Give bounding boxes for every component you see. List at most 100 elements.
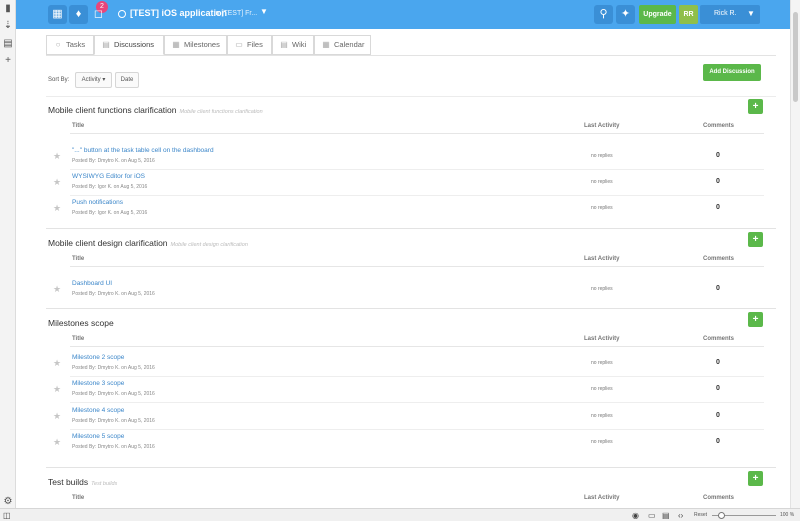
table-row: ★ Milestone 4 scope Posted By: Dmytro K.…: [48, 403, 764, 430]
tab-milestones[interactable]: ▦ Milestones: [164, 35, 227, 55]
add-discussion-button[interactable]: Add Discussion: [703, 64, 761, 81]
tab-discussions[interactable]: ▤ Discussions: [94, 35, 164, 55]
tab-calendar[interactable]: ▦ Calendar: [314, 35, 371, 55]
column-comments: Comments: [703, 336, 735, 342]
table-row: ★ "..." button at the task table cell on…: [48, 143, 764, 170]
divider: [70, 133, 764, 134]
posted-by: Posted By: Igor K. on Aug 5, 2016: [72, 184, 148, 190]
chevron-down-icon[interactable]: ▼: [260, 7, 268, 16]
posted-by: Posted By: Dmytro K. on Aug 5, 2016: [72, 365, 155, 371]
bell-icon[interactable]: ♦: [69, 5, 88, 24]
table-row: ★ Push notifications Posted By: Igor K. …: [48, 195, 764, 221]
group-divider: [46, 467, 776, 468]
column-title: Title: [72, 123, 85, 129]
group-title-text: Test builds: [48, 477, 89, 487]
discussion-link[interactable]: Milestone 2 scope: [72, 354, 124, 361]
main-content: ▦ ♦ 2 ◻ [TEST] iOS application in [TEST]…: [0, 0, 790, 508]
comment-count: 0: [716, 285, 720, 292]
star-icon[interactable]: ★: [53, 437, 61, 448]
table-row: ★ Milestone 5 scope Posted By: Dmytro K.…: [48, 429, 764, 455]
page-scrollbar[interactable]: [790, 0, 800, 508]
discussion-link[interactable]: Milestone 5 scope: [72, 433, 124, 440]
avatar[interactable]: RR: [679, 5, 698, 24]
project-parent[interactable]: in [TEST] Fr...: [214, 10, 257, 17]
folder-icon: ▭: [235, 40, 243, 49]
group-subtitle: Mobile client functions clarification: [179, 109, 263, 115]
tab-tasks[interactable]: ○ Tasks: [46, 35, 94, 55]
comment-count: 0: [716, 385, 720, 392]
group-title-text: Mobile client functions clarification: [48, 105, 177, 115]
tab-files[interactable]: ▭ Files: [227, 35, 272, 55]
add-discussion-plus-button[interactable]: +: [748, 232, 763, 247]
posted-by: Posted By: Dmytro K. on Aug 5, 2016: [72, 158, 155, 164]
column-title: Title: [72, 336, 85, 342]
comment-count: 0: [716, 178, 720, 185]
sort-activity-button[interactable]: Activity ▾: [75, 72, 112, 88]
app-header: ▦ ♦ 2 ◻ [TEST] iOS application in [TEST]…: [16, 0, 790, 29]
image-icon[interactable]: ▤: [662, 511, 670, 520]
user-menu[interactable]: Rick R. ▼: [700, 5, 760, 24]
discussion-link[interactable]: Milestone 4 scope: [72, 407, 124, 414]
star-icon[interactable]: ★: [53, 284, 61, 295]
bookmark-icon[interactable]: ◻: [89, 5, 108, 24]
group-divider: [46, 308, 776, 309]
tab-label: Milestones: [184, 40, 220, 49]
code-icon[interactable]: ‹›: [678, 511, 683, 520]
tab-label: Files: [247, 40, 263, 49]
divider: [70, 346, 764, 347]
star-icon[interactable]: ★: [53, 203, 61, 214]
star-icon[interactable]: ★: [53, 177, 61, 188]
add-discussion-plus-button[interactable]: +: [748, 99, 763, 114]
comment-count: 0: [716, 152, 720, 159]
last-activity: no replies: [591, 286, 613, 292]
star-icon[interactable]: ★: [53, 151, 61, 162]
zoom-slider-handle[interactable]: [718, 512, 725, 519]
group-subtitle: Test builds: [91, 481, 118, 487]
check-circle-icon: ○: [55, 40, 61, 49]
add-discussion-plus-button[interactable]: +: [748, 471, 763, 486]
zoom-reset-label[interactable]: Reset: [694, 512, 707, 518]
last-activity: no replies: [591, 413, 613, 419]
posted-by: Posted By: Dmytro K. on Aug 5, 2016: [72, 418, 155, 424]
add-spark-icon[interactable]: ✦: [616, 5, 635, 24]
comment-count: 0: [716, 412, 720, 419]
group-subtitle: Mobile client design clarification: [170, 242, 248, 248]
browser-status-bar: ◫ ◉ ▭ ▤ ‹› Reset 100 %: [0, 508, 800, 521]
camera-icon[interactable]: ◉: [632, 511, 639, 520]
divider: [70, 266, 764, 267]
last-activity: no replies: [591, 179, 613, 185]
column-last-activity: Last Activity: [584, 123, 620, 129]
posted-by: Posted By: Dmytro K. on Aug 5, 2016: [72, 444, 155, 450]
add-discussion-plus-button[interactable]: +: [748, 312, 763, 327]
table-row: ★ WYSIWYG Editor for iOS Posted By: Igor…: [48, 169, 764, 196]
star-icon[interactable]: ★: [53, 358, 61, 369]
panel-toggle-icon[interactable]: ◫: [3, 511, 11, 520]
group-title-text: Mobile client design clarification: [48, 238, 168, 248]
discussion-link[interactable]: "..." button at the task table cell on t…: [72, 147, 214, 154]
last-activity: no replies: [591, 360, 613, 366]
grid-icon[interactable]: ▦: [48, 5, 67, 24]
divider: [46, 96, 776, 97]
star-icon[interactable]: ★: [53, 384, 61, 395]
sort-date-button[interactable]: Date: [115, 72, 139, 88]
discussion-link[interactable]: Dashboard UI: [72, 280, 112, 287]
calendar-icon: ▦: [322, 40, 330, 49]
comment-count: 0: [716, 438, 720, 445]
group-title: Mobile client functions clarification Mob…: [48, 105, 263, 115]
tab-wiki[interactable]: ▤ Wiki: [272, 35, 314, 55]
group-divider: [46, 228, 776, 229]
tab-label: Tasks: [66, 40, 86, 49]
project-title[interactable]: [TEST] iOS application: [130, 8, 227, 18]
sort-label: Sort By:: [48, 77, 70, 83]
scrollbar-thumb[interactable]: [793, 12, 798, 102]
window-icon[interactable]: ▭: [648, 511, 656, 520]
star-icon[interactable]: ★: [53, 411, 61, 422]
posted-by: Posted By: Igor K. on Aug 5, 2016: [72, 210, 148, 216]
discussion-link[interactable]: WYSIWYG Editor for iOS: [72, 173, 145, 180]
discussion-link[interactable]: Push notifications: [72, 199, 123, 206]
group-title: Milestones scope: [48, 318, 117, 328]
discussion-link[interactable]: Milestone 3 scope: [72, 380, 124, 387]
search-icon[interactable]: ⚲: [594, 5, 613, 24]
group-title: Test builds Test builds: [48, 477, 117, 487]
upgrade-button[interactable]: Upgrade: [639, 5, 676, 24]
